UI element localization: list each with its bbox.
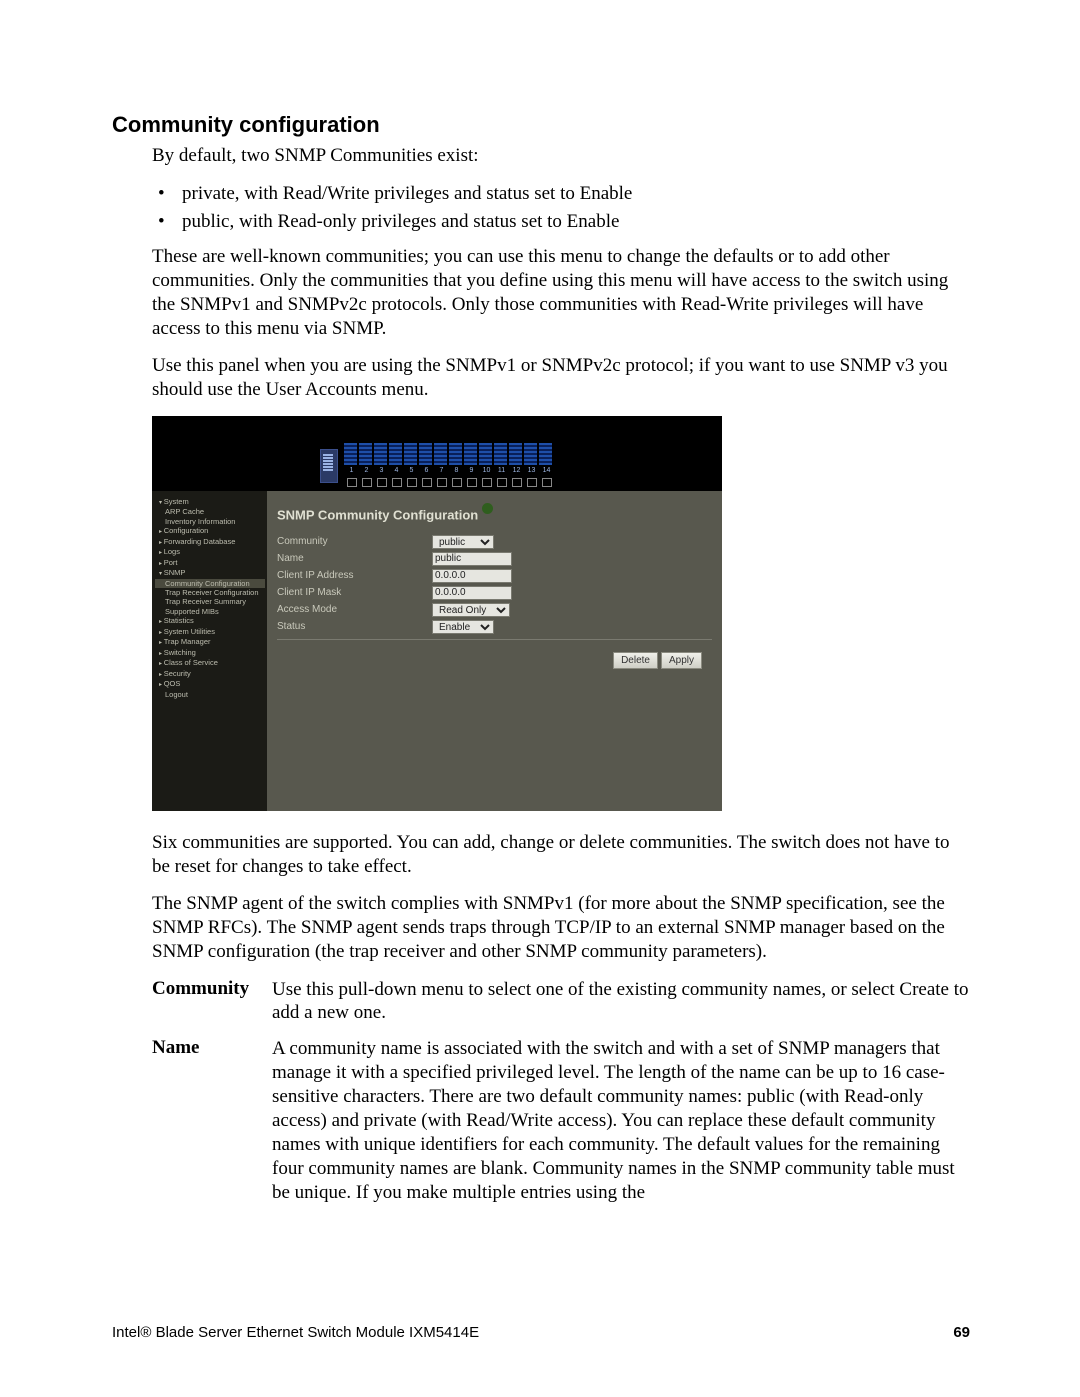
chassis-header: 123 456 789 101112 1314 [152, 416, 722, 491]
client-ip-input[interactable] [432, 569, 512, 583]
embedded-screenshot: 123 456 789 101112 1314 [152, 416, 722, 811]
footer-product: Intel® Blade Server Ethernet Switch Modu… [112, 1324, 479, 1341]
nav-item[interactable]: Logout [155, 690, 265, 699]
nav-item[interactable]: Switching [155, 648, 265, 659]
def-body: Use this pull-down menu to select one of… [272, 978, 970, 1026]
chassis-icon [320, 449, 338, 483]
nav-item[interactable]: Supported MIBs [155, 607, 265, 616]
field-label: Status [277, 621, 432, 634]
status-select[interactable]: Enable [432, 620, 494, 634]
nav-item[interactable]: Community Configuration [155, 579, 265, 588]
nav-tree: SystemARP CacheInventory InformationConf… [152, 491, 267, 811]
nav-item[interactable]: Logs [155, 547, 265, 558]
nav-item[interactable]: System Utilities [155, 627, 265, 638]
field-label: Client IP Address [277, 570, 432, 583]
nav-item[interactable]: Security [155, 669, 265, 680]
def-term: Name [152, 1037, 272, 1205]
community-select[interactable]: public [432, 535, 494, 549]
paragraph: Use this panel when you are using the SN… [152, 354, 970, 402]
def-body: A community name is associated with the … [272, 1037, 970, 1205]
port-box-row [344, 478, 554, 487]
apply-button[interactable]: Apply [661, 652, 702, 669]
paragraph: The SNMP agent of the switch complies wi… [152, 892, 970, 963]
panel-title: SNMP Community Configuration [277, 503, 712, 524]
field-label: Client IP Mask [277, 587, 432, 600]
field-label: Name [277, 553, 432, 566]
bullet-item: public, with Read-only privileges and st… [152, 210, 970, 234]
nav-item[interactable]: System [155, 497, 265, 508]
name-input[interactable] [432, 552, 512, 566]
definition-list: Community Use this pull-down menu to sel… [152, 978, 970, 1205]
nav-item[interactable]: SNMP [155, 568, 265, 579]
paragraph: Six communities are supported. You can a… [152, 831, 970, 879]
paragraph: These are well-known communities; you ca… [152, 245, 970, 340]
nav-item[interactable]: Trap Manager [155, 637, 265, 648]
nav-item[interactable]: Forwarding Database [155, 537, 265, 548]
bullet-item: private, with Read/Write privileges and … [152, 182, 970, 206]
body-text: By default, two SNMP Communities exist: … [152, 144, 970, 964]
access-mode-select[interactable]: Read Only [432, 603, 510, 617]
intro-paragraph: By default, two SNMP Communities exist: [152, 144, 970, 168]
config-panel: SNMP Community Configuration Community p… [267, 491, 722, 811]
bullet-list: private, with Read/Write privileges and … [152, 182, 970, 234]
port-bar-row [344, 443, 554, 465]
nav-item[interactable]: Port [155, 558, 265, 569]
nav-item[interactable]: Configuration [155, 526, 265, 537]
nav-item[interactable]: Class of Service [155, 658, 265, 669]
page-footer: Intel® Blade Server Ethernet Switch Modu… [112, 1324, 970, 1341]
nav-item[interactable]: Trap Receiver Summary [155, 597, 265, 606]
client-mask-input[interactable] [432, 586, 512, 600]
nav-item[interactable]: Statistics [155, 616, 265, 627]
field-label: Community [277, 536, 432, 549]
port-number-row: 123 456 789 101112 1314 [344, 467, 554, 476]
footer-page-number: 69 [953, 1324, 970, 1341]
delete-button[interactable]: Delete [613, 652, 658, 669]
nav-item[interactable]: QOS [155, 679, 265, 690]
document-page: Community configuration By default, two … [0, 0, 1080, 1397]
nav-item[interactable]: Inventory Information [155, 517, 265, 526]
field-label: Access Mode [277, 604, 432, 617]
nav-item[interactable]: Trap Receiver Configuration [155, 588, 265, 597]
def-term: Community [152, 978, 272, 1026]
nav-item[interactable]: ARP Cache [155, 507, 265, 516]
section-title: Community configuration [112, 112, 970, 138]
